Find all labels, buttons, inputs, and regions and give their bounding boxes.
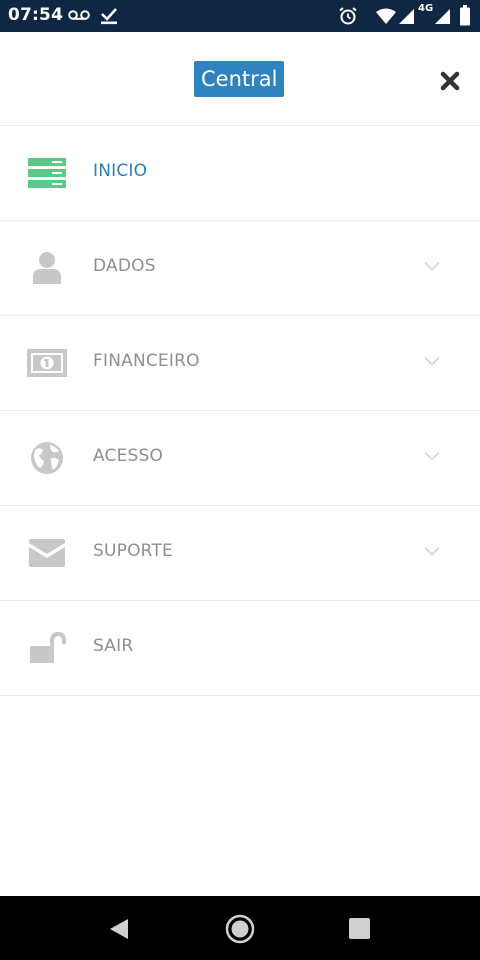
home-icon[interactable] <box>224 913 256 945</box>
menu-item-acesso[interactable]: ACESSO <box>0 411 480 506</box>
banknote-icon <box>27 349 67 377</box>
envelope-icon <box>29 539 65 567</box>
network-type: 4G <box>418 3 434 14</box>
close-icon <box>440 71 460 91</box>
chevron-down-icon <box>424 546 440 556</box>
alarm-icon <box>339 7 357 25</box>
status-bar: 07:54 4G <box>0 0 480 32</box>
menu-label-financeiro: FINANCEIRO <box>93 351 200 371</box>
brand-logo: Central <box>194 61 285 97</box>
user-icon <box>33 252 61 284</box>
menu-label-dados: DADOS <box>93 256 156 276</box>
status-time: 07:54 <box>8 5 64 25</box>
signal-icon-2 <box>435 9 450 24</box>
menu-item-inicio[interactable]: INICIO <box>0 126 480 221</box>
back-icon[interactable] <box>108 918 130 940</box>
side-menu: INICIO DADOS FINANCEIRO ACESSO SUPORTE S… <box>0 126 480 696</box>
menu-label-inicio: INICIO <box>93 161 148 181</box>
menu-item-suporte[interactable]: SUPORTE <box>0 506 480 601</box>
close-button[interactable] <box>437 68 463 94</box>
voicemail-icon <box>68 10 90 20</box>
menu-item-sair[interactable]: SAIR <box>0 601 480 696</box>
unlock-icon <box>30 632 66 663</box>
menu-label-sair: SAIR <box>93 636 134 656</box>
menu-item-dados[interactable]: DADOS <box>0 221 480 316</box>
menu-label-suporte: SUPORTE <box>93 541 173 561</box>
battery-icon <box>460 5 470 26</box>
servers-icon <box>28 158 66 188</box>
signal-icon <box>399 9 414 24</box>
menu-label-acesso: ACESSO <box>93 446 164 466</box>
chevron-down-icon <box>424 261 440 271</box>
recent-apps-icon[interactable] <box>349 918 370 939</box>
globe-icon <box>31 442 63 474</box>
download-done-icon <box>101 8 117 25</box>
chevron-down-icon <box>424 356 440 366</box>
app-header: Central <box>0 32 480 126</box>
chevron-down-icon <box>424 451 440 461</box>
menu-item-financeiro[interactable]: FINANCEIRO <box>0 316 480 411</box>
wifi-icon <box>376 8 396 24</box>
